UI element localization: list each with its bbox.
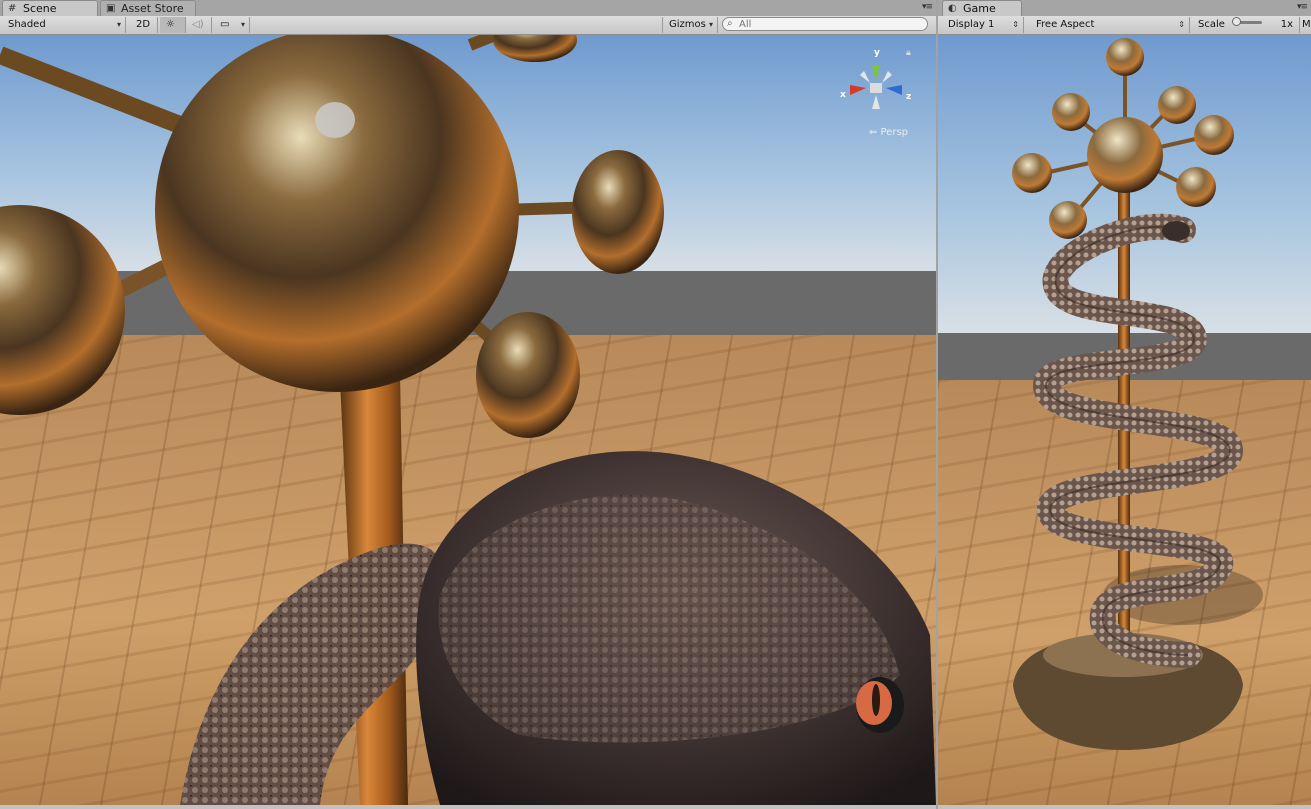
shading-mode-dropdown[interactable]: Shaded ▾ (2, 17, 126, 33)
store-icon: ▣ (106, 3, 116, 14)
lighting-toggle-button[interactable]: ☼ (160, 17, 186, 33)
panel-menu-icon[interactable]: ▾≡ (1297, 2, 1308, 12)
tab-asset-store-label: Asset Store (121, 2, 184, 15)
sphere-lower-right (476, 312, 580, 438)
aspect-dropdown[interactable]: Free Aspect ⇕ (1030, 17, 1190, 33)
game-panel: ◐ Game ▾≡ Display 1 ⇕ Free Aspect ⇕ Scal… (938, 0, 1311, 809)
axis-neg-z-cone (860, 71, 870, 83)
speaker-icon: ◁) (192, 19, 204, 30)
game-main-sphere (1087, 117, 1163, 193)
projection-label: Persp (880, 127, 909, 138)
2d-toggle-button[interactable]: 2D (130, 17, 158, 33)
axis-gizmo[interactable]: y x z 🔒︎ (836, 43, 926, 133)
game-toolbar: Display 1 ⇕ Free Aspect ⇕ Scale 1x M (938, 16, 1311, 35)
game-tabbar: ◐ Game ▾≡ (938, 0, 1311, 17)
persp-arrow-icon: ⇐ (868, 127, 878, 138)
sphere-highlight (315, 102, 355, 138)
scene-toolbar: Shaded ▾ 2D ☼ ◁) ▭ ▾ Gizmos ▾ ⌕ All (0, 16, 936, 35)
search-placeholder: All (739, 19, 752, 30)
2d-label: 2D (136, 19, 151, 30)
game-sphere-2 (1052, 93, 1090, 131)
projection-toggle[interactable]: ⇐ Persp (869, 127, 908, 138)
tab-game[interactable]: ◐ Game (942, 0, 1022, 16)
shading-mode-label: Shaded (8, 19, 46, 30)
scene-search-input[interactable]: ⌕ All (722, 17, 928, 31)
lock-icon: 🔒︎ (906, 48, 911, 58)
game-sphere-3 (1158, 86, 1196, 124)
search-icon: ⌕ (727, 18, 733, 29)
chevron-updown-icon: ⇕ (1012, 20, 1019, 29)
arm-upper-left (0, 46, 184, 134)
game-viewport[interactable] (938, 35, 1311, 805)
tab-game-label: Game (963, 2, 996, 15)
chevron-down-icon: ▾ (240, 20, 245, 29)
game-snake-body (1033, 213, 1243, 668)
scale-control: Scale 1x (1192, 17, 1300, 33)
gizmos-dropdown[interactable]: Gizmos ▾ (662, 17, 718, 33)
axis-neg-y-cone (872, 95, 880, 109)
axis-neg-x-cone (882, 71, 892, 83)
game-sphere-5 (1012, 153, 1052, 193)
game-sphere-1 (1106, 38, 1144, 76)
panel-menu-icon[interactable]: ▾≡ (922, 2, 933, 12)
axis-z-label: z (906, 92, 911, 102)
game-sphere-4 (1194, 115, 1234, 155)
maximize-label: M (1302, 19, 1311, 30)
aspect-label: Free Aspect (1036, 19, 1095, 30)
sphere-top (493, 35, 577, 62)
game-objects (1012, 38, 1263, 750)
audio-toggle-button[interactable]: ◁) (186, 17, 212, 33)
sphere-right (572, 150, 664, 274)
pacman-icon: ◐ (948, 3, 957, 14)
axis-x-cone (850, 85, 866, 95)
chevron-down-icon: ▾ (116, 20, 121, 29)
gizmos-label: Gizmos (669, 19, 706, 30)
scene-objects (0, 35, 936, 805)
axis-x-label: x (840, 90, 846, 100)
tab-scene[interactable]: # Scene (2, 0, 98, 16)
game-sphere-7 (1049, 201, 1087, 239)
scene-panel: # Scene ▣ Asset Store ▾≡ Shaded ▾ 2D ☼ ◁… (0, 0, 936, 809)
gizmo-center (870, 83, 882, 93)
chevron-updown-icon: ⇕ (1178, 20, 1185, 29)
axis-z-cone (886, 85, 902, 95)
chevron-down-icon: ▾ (708, 20, 713, 29)
maximize-on-play-button[interactable]: M (1300, 17, 1311, 33)
game-snake-head (1162, 221, 1190, 241)
effects-dropdown[interactable]: ▭ ▾ (214, 17, 250, 33)
scene-orientation-gizmo[interactable]: y x z 🔒︎ (836, 43, 926, 133)
main-sphere (155, 35, 519, 392)
tab-scene-label: Scene (23, 2, 57, 15)
image-icon: ▭ (220, 19, 230, 30)
scene-tabbar: # Scene ▣ Asset Store ▾≡ (0, 0, 936, 17)
display-label: Display 1 (948, 19, 995, 30)
scale-slider[interactable] (1232, 17, 1262, 26)
snake-pupil (872, 684, 880, 716)
scale-value: 1x (1280, 19, 1293, 30)
tab-asset-store[interactable]: ▣ Asset Store (100, 0, 196, 16)
game-sphere-6 (1176, 167, 1216, 207)
scene-viewport[interactable]: y x z 🔒︎ ⇐ Persp (0, 35, 936, 805)
sphere-left (0, 205, 125, 415)
grid-icon: # (8, 3, 17, 14)
display-dropdown[interactable]: Display 1 ⇕ (942, 17, 1024, 33)
sun-icon: ☼ (166, 19, 175, 30)
axis-y-label: y (874, 48, 880, 58)
scale-label: Scale (1198, 19, 1225, 30)
scale-slider-knob[interactable] (1232, 17, 1241, 26)
axis-y-cone (872, 65, 880, 81)
